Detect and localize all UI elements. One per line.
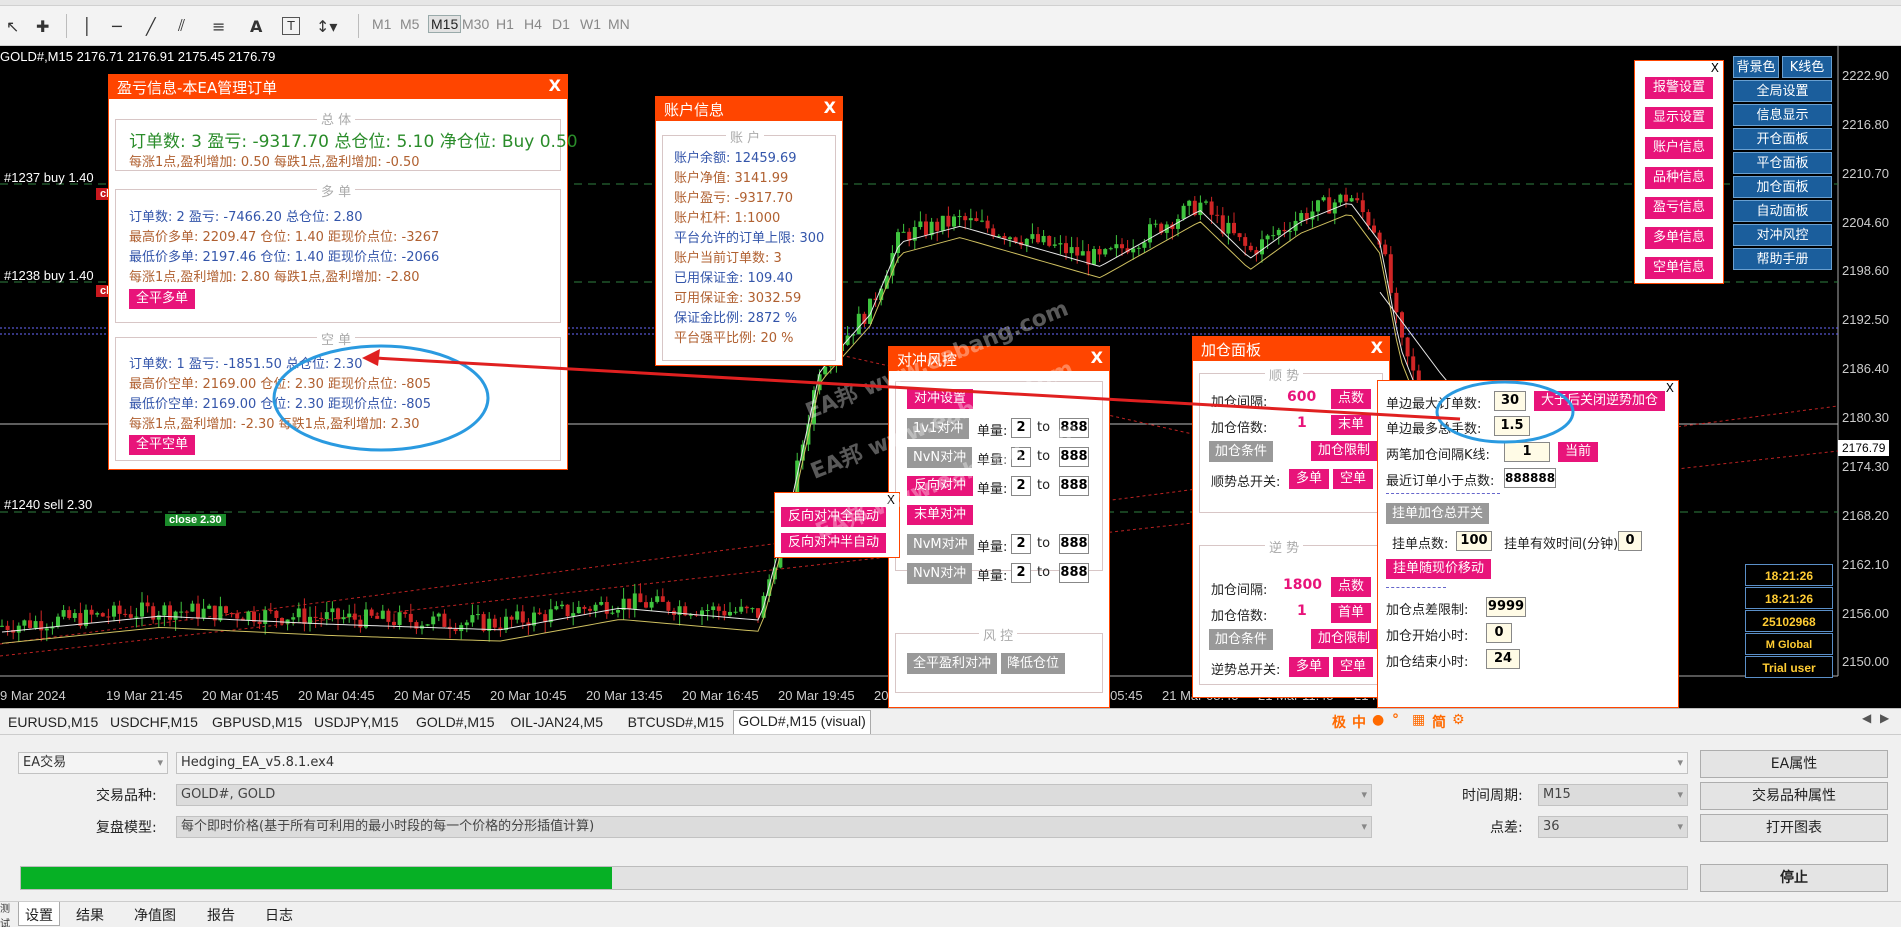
mt4-window: { "toolbar":{"timeframes":["M1","M5","M1… <box>0 0 1901 927</box>
annotation-overlay <box>272 344 1575 452</box>
tester-side-label: 测试 <box>0 904 10 927</box>
chart-tab-6[interactable]: BTCUSD#,M15 <box>624 712 728 732</box>
strategy-tester: EA交易 ▾ Hedging_EA_v5.8.1.ex4 ▾ EA属性 交易品种: … <box>0 734 1901 927</box>
ea-properties-button[interactable]: EA属性 <box>1700 750 1888 778</box>
chevron-down-icon: ▾ <box>1361 820 1367 833</box>
tray-icon-0[interactable]: 极 <box>1332 712 1346 732</box>
tester-ea-select[interactable]: Hedging_EA_v5.8.1.ex4 ▾ <box>176 752 1688 774</box>
timeframe-d1[interactable]: D1 <box>552 16 570 32</box>
tester-tab-4[interactable]: 日志 <box>265 905 293 925</box>
cursor-icon[interactable]: ↖ <box>6 12 19 40</box>
timeframe-mn[interactable]: MN <box>608 16 630 32</box>
spread-value: 36 <box>1543 819 1560 834</box>
price-chart[interactable]: GOLD#,M15 2176.71 2176.91 2175.45 2176.7… <box>0 46 1901 708</box>
fibonacci-icon[interactable]: ≡ <box>212 12 225 40</box>
symbol-value: GOLD#, GOLD <box>181 787 276 802</box>
stop-button[interactable]: 停止 <box>1700 864 1888 892</box>
timeframe-h1[interactable]: H1 <box>496 16 514 32</box>
tray-icon-3[interactable]: ° <box>1392 712 1399 728</box>
timeframe-h4[interactable]: H4 <box>524 16 542 32</box>
annotation-arrow-head <box>362 349 380 366</box>
tray-icon-5[interactable]: 简 <box>1432 712 1446 732</box>
period-value: M15 <box>1543 787 1571 802</box>
chart-tab-3[interactable]: USDJPY,M15 <box>310 712 403 732</box>
symbol-label: 交易品种: <box>96 788 157 804</box>
trendline-icon[interactable]: ╱ <box>146 12 156 40</box>
chart-tab-5[interactable]: OIL-JAN24,M5 <box>506 712 607 732</box>
tray-icon-6[interactable]: ⚙ <box>1452 712 1465 728</box>
chart-tab-0[interactable]: EURUSD,M15 <box>4 712 102 732</box>
chart-tabs: EURUSD,M15 USDCHF,M15 GBPUSD,M15 USDJPY,M15… <box>0 708 1901 734</box>
chevron-down-icon: ▾ <box>1677 820 1683 833</box>
chart-tab-1[interactable]: USDCHF,M15 <box>106 712 202 732</box>
model-label: 复盘模型: <box>96 820 157 836</box>
tray-icon-2[interactable]: ● <box>1372 712 1384 728</box>
text-tool-icon[interactable]: A <box>250 12 262 40</box>
open-chart-button[interactable]: 打开图表 <box>1700 814 1888 842</box>
tester-tab-2[interactable]: 净值图 <box>134 905 176 925</box>
tester-mode-select[interactable]: EA交易 ▾ <box>18 752 168 774</box>
toolbar-top-strip <box>0 0 1901 6</box>
vertical-line-icon[interactable]: │ <box>82 12 92 40</box>
chevron-down-icon: ▾ <box>157 756 163 769</box>
symbol-properties-button[interactable]: 交易品种属性 <box>1700 782 1888 810</box>
period-label: 时间周期: <box>1462 788 1523 804</box>
tester-ea-value: Hedging_EA_v5.8.1.ex4 <box>181 755 335 770</box>
tester-tab-1[interactable]: 结果 <box>76 905 104 925</box>
spread-select[interactable]: 36 ▾ <box>1538 816 1688 838</box>
model-value: 每个即时价格(基于所有可利用的最小时段的每一个价格的分形插值计算) <box>181 819 595 834</box>
tab-scroll-right-icon[interactable]: ▶ <box>1880 711 1889 725</box>
timeframe-m1[interactable]: M1 <box>372 16 391 32</box>
period-select[interactable]: M15 ▾ <box>1538 784 1688 806</box>
tester-tab-3[interactable]: 报告 <box>207 905 235 925</box>
toolbar: ↖ ✚ │ ─ ╱ ⫽ ≡ A T ↕▾ M1 M5 M15 M30 H1 H4 D1 W1 M… <box>0 0 1901 46</box>
chart-tab-7[interactable]: GOLD#,M15 (visual) <box>733 710 871 734</box>
test-progress-fill <box>21 867 613 889</box>
tray-icon-1[interactable]: 中 <box>1352 712 1366 732</box>
symbol-select[interactable]: GOLD#, GOLD ▾ <box>176 784 1372 806</box>
test-progress-bar <box>20 866 1688 890</box>
chart-tab-2[interactable]: GBPUSD,M15 <box>208 712 306 732</box>
annotation-ellipse-right <box>1435 380 1575 444</box>
chevron-down-icon: ▾ <box>1361 788 1367 801</box>
timeframe-m5[interactable]: M5 <box>400 16 419 32</box>
tester-tab-0[interactable]: 设置 <box>18 902 60 926</box>
tester-mode-value: EA交易 <box>23 755 67 770</box>
model-select[interactable]: 每个即时价格(基于所有可利用的最小时段的每一个价格的分形插值计算) ▾ <box>176 816 1372 838</box>
horizontal-line-icon[interactable]: ─ <box>112 12 122 40</box>
tray-icon-4[interactable]: ▦ <box>1412 712 1425 728</box>
arrows-tool-icon[interactable]: ↕▾ <box>316 12 337 40</box>
annotation-arrow-line <box>374 356 1461 421</box>
timeframe-m15[interactable]: M15 <box>428 15 462 33</box>
tab-scroll-left-icon[interactable]: ◀ <box>1862 711 1871 725</box>
tester-tabs: 设置 结果 净值图 报告 日志 <box>0 901 1901 927</box>
timeframe-w1[interactable]: W1 <box>580 16 601 32</box>
label-tool-icon[interactable]: T <box>282 17 300 35</box>
crosshair-icon[interactable]: ✚ <box>36 12 49 40</box>
spread-label: 点差: <box>1490 820 1523 836</box>
channel-icon[interactable]: ⫽ <box>178 12 185 40</box>
chart-tab-4[interactable]: GOLD#,M15 <box>412 712 499 732</box>
timeframe-m30[interactable]: M30 <box>462 16 489 32</box>
chevron-down-icon: ▾ <box>1677 756 1683 769</box>
chevron-down-icon: ▾ <box>1677 788 1683 801</box>
